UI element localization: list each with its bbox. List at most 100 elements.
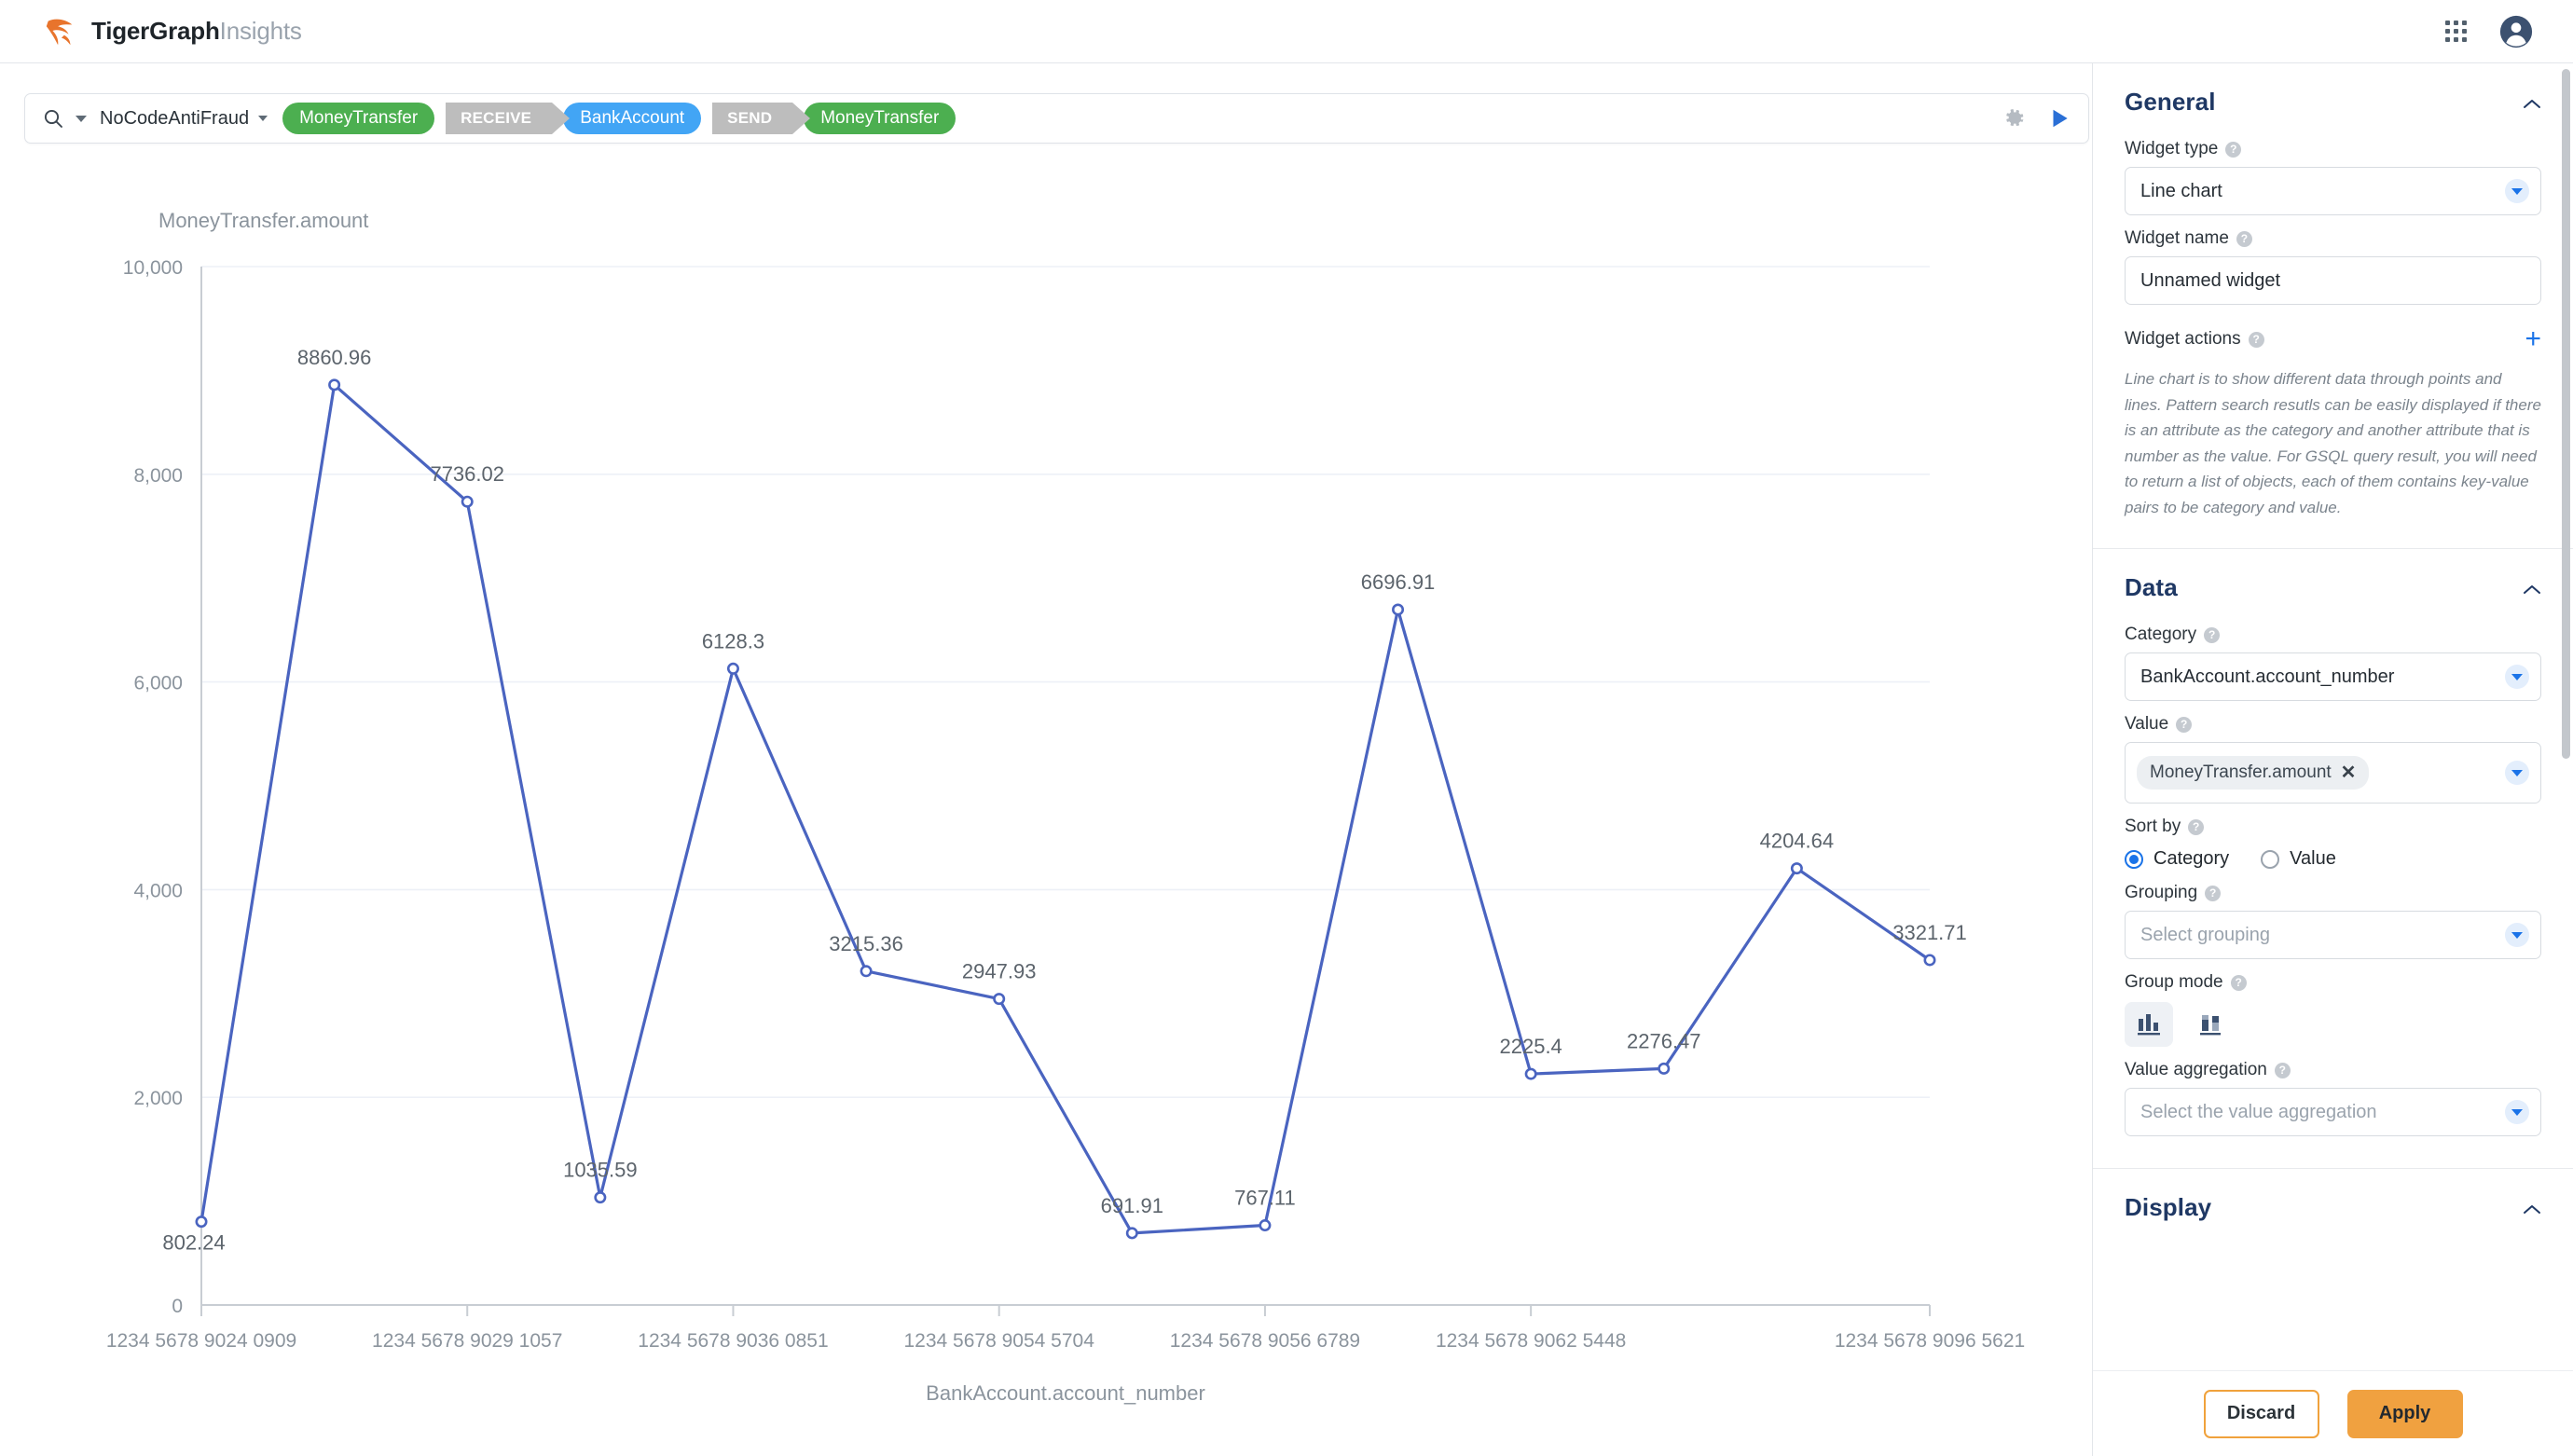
widget-type-select[interactable]: Line chart [2125, 167, 2541, 215]
chevron-down-icon-widget-type[interactable] [2505, 179, 2529, 203]
chart-data-point[interactable] [328, 378, 341, 391]
sort-by-value-label: Value [2290, 848, 2336, 870]
chart-data-point-label: 691.91 [1101, 1194, 1163, 1217]
chart-data-point[interactable] [195, 1216, 208, 1229]
chart-data-point[interactable] [1658, 1062, 1671, 1075]
x-axis-title: BankAccount.account_number [926, 1381, 1205, 1405]
chart-series-line[interactable] [200, 383, 1931, 1235]
chart-data-point-label: 767.11 [1234, 1187, 1296, 1210]
chevron-up-icon[interactable] [2523, 97, 2541, 108]
widget-actions-label: Widget actions [2125, 329, 2241, 349]
chart-data-point[interactable] [993, 993, 1006, 1006]
gear-icon[interactable] [2001, 105, 2027, 131]
general-section-title: General [2125, 88, 2216, 116]
widget-type-label: Widget type [2125, 139, 2219, 158]
help-icon-widget-actions[interactable]: ? [2248, 331, 2264, 348]
grouping-select[interactable]: Select grouping [2125, 911, 2541, 960]
chart-data-point[interactable] [1524, 1067, 1537, 1080]
radio-selected-icon [2125, 849, 2143, 869]
grouping-label: Grouping [2125, 883, 2198, 903]
value-aggregation-label: Value aggregation [2125, 1060, 2267, 1080]
group-mode-grouped-icon[interactable] [2125, 1002, 2173, 1048]
discard-button[interactable]: Discard [2203, 1389, 2319, 1438]
pattern-search-bar[interactable]: NoCodeAntiFraud MoneyTransfer RECEIVE Ba… [24, 93, 2089, 144]
help-icon-group-mode[interactable]: ? [2230, 974, 2247, 991]
chevron-up-icon-display[interactable] [2523, 1202, 2541, 1214]
data-section-header[interactable]: Data [2125, 549, 2541, 611]
category-select[interactable]: BankAccount.account_number [2125, 652, 2541, 702]
group-mode-stacked-icon[interactable] [2186, 1002, 2235, 1047]
y-tick-label: 8,000 [133, 465, 183, 487]
help-icon-grouping[interactable]: ? [2205, 885, 2222, 901]
graph-name-label[interactable]: NoCodeAntiFraud [100, 108, 249, 130]
panel-scrollbar-thumb[interactable] [2562, 69, 2570, 759]
chart-data-point[interactable] [1392, 603, 1405, 616]
value-chip[interactable]: MoneyTransfer.amount ✕ [2137, 756, 2370, 790]
grouping-label-row: Grouping ? [2125, 883, 2541, 903]
user-account-icon[interactable] [2498, 14, 2534, 49]
pattern-edge-receive[interactable]: RECEIVE [446, 103, 571, 134]
value-label: Value [2125, 714, 2169, 735]
value-multiselect[interactable]: MoneyTransfer.amount ✕ [2125, 742, 2541, 804]
x-tick-label: 1234 5678 9029 1057 [372, 1330, 562, 1352]
brand-title: TigerGraphInsights [91, 17, 302, 46]
brand-title-suffix: Insights [219, 17, 302, 45]
widget-name-label-row: Widget name ? [2125, 228, 2541, 249]
chevron-up-icon-data[interactable] [2523, 583, 2541, 594]
help-icon-value[interactable]: ? [2176, 716, 2193, 733]
sort-by-category-radio[interactable]: Category [2125, 848, 2229, 870]
y-axis-title: MoneyTransfer.amount [158, 209, 368, 232]
chart-data-point[interactable] [461, 495, 474, 508]
chevron-down-icon-category[interactable] [2505, 665, 2529, 690]
value-aggregation-select[interactable]: Select the value aggregation [2125, 1088, 2541, 1137]
chart-data-point[interactable] [1125, 1227, 1138, 1240]
data-section-title: Data [2125, 573, 2178, 602]
add-widget-action-button[interactable]: + [2525, 325, 2541, 353]
sort-by-value-radio[interactable]: Value [2261, 848, 2336, 870]
x-tick-label: 1234 5678 9056 6789 [1170, 1330, 1360, 1352]
general-section-header[interactable]: General [2125, 63, 2541, 126]
grid-apps-icon[interactable] [2445, 21, 2467, 42]
chart-data-point[interactable] [726, 662, 739, 675]
chevron-down-icon-value-aggregation[interactable] [2505, 1100, 2529, 1125]
display-section-header[interactable]: Display [2125, 1169, 2541, 1231]
chart-data-point-label: 3215.36 [829, 932, 903, 955]
pattern-edge-send[interactable]: SEND [712, 103, 811, 134]
search-mode-chevron-down-icon[interactable] [76, 115, 87, 122]
config-panel-scroll-area: General Widget type ? Line chart Widget … [2093, 63, 2573, 1370]
help-icon-value-aggregation[interactable]: ? [2274, 1062, 2291, 1078]
widget-name-label: Widget name [2125, 228, 2229, 248]
group-mode-label-row: Group mode ? [2125, 972, 2541, 993]
chart-data-point[interactable] [1923, 954, 1936, 967]
sort-by-label-row: Sort by ? [2125, 817, 2541, 837]
section-general: General Widget type ? Line chart Widget … [2093, 63, 2573, 520]
sort-by-radio-group: Category Value [2125, 848, 2541, 870]
panel-scrollbar-track[interactable] [2562, 63, 2570, 1370]
search-icon[interactable] [42, 107, 64, 130]
chart-data-point-label: 2225.4 [1500, 1035, 1562, 1058]
chart-data-point[interactable] [1790, 862, 1803, 875]
close-icon-value-chip[interactable]: ✕ [2341, 763, 2357, 782]
chart-data-point[interactable] [860, 965, 873, 978]
pattern-node-moneytransfer-2[interactable]: MoneyTransfer [804, 103, 956, 134]
help-icon-sort-by[interactable]: ? [2188, 818, 2205, 835]
brand-logo-group[interactable]: TigerGraphInsights [26, 14, 302, 49]
widget-name-input[interactable]: Unnamed widget [2125, 256, 2541, 305]
chart-data-point[interactable] [1259, 1219, 1272, 1232]
x-tick-label: 1234 5678 9054 5704 [904, 1330, 1095, 1352]
graph-select-chevron-down-icon[interactable] [258, 116, 268, 121]
help-icon-widget-type[interactable]: ? [2225, 141, 2242, 158]
display-first-field-clipped [2125, 1246, 2541, 1267]
pattern-node-bankaccount[interactable]: BankAccount [563, 103, 702, 134]
group-mode-label: Group mode [2125, 972, 2223, 993]
help-icon-category[interactable]: ? [2204, 626, 2221, 643]
chevron-down-icon-value[interactable] [2505, 761, 2529, 786]
pattern-node-moneytransfer-1[interactable]: MoneyTransfer [282, 103, 435, 134]
apply-button[interactable]: Apply [2346, 1389, 2463, 1438]
help-icon-widget-name[interactable]: ? [2236, 230, 2252, 247]
chart-data-point[interactable] [594, 1191, 607, 1204]
line-chart-svg[interactable]: MoneyTransfer.amount 0 2,000 4,000 6,000 8,00… [0, 157, 2098, 1456]
play-run-icon[interactable] [2047, 106, 2071, 130]
chart-data-point-label: 6128.3 [702, 629, 764, 652]
chevron-down-icon-grouping[interactable] [2505, 923, 2529, 948]
